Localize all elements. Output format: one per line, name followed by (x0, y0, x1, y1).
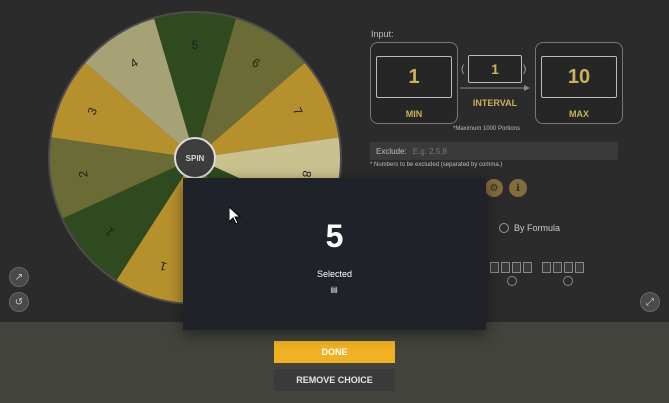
result-modal: 5 Selected ▤ (183, 178, 486, 330)
formula-field-a[interactable] (490, 262, 532, 273)
settings-gear-icon[interactable]: ⚙ (485, 179, 503, 197)
mouse-cursor-icon (229, 207, 241, 225)
share-icon[interactable]: ↗ (9, 267, 29, 287)
max-label: MAX (569, 109, 589, 119)
wheel-segment-label: 5 (192, 38, 199, 52)
max-portions-note: *Maximum 1000 Portions (453, 126, 521, 132)
formula-field-b[interactable] (542, 262, 584, 273)
interval-box: 1 (468, 55, 522, 83)
digit-box (501, 262, 510, 273)
result-caption: Selected (316, 269, 353, 279)
digit-box (490, 262, 499, 273)
exclude-note: * Numbers to be excluded (separated by c… (370, 162, 503, 168)
info-icon[interactable]: ℹ (509, 179, 527, 197)
interval-input[interactable]: 1 (469, 56, 521, 82)
exclude-label: Exclude: (376, 146, 407, 156)
max-box: 10 MAX (535, 42, 623, 124)
min-box: 1 MIN (370, 42, 458, 124)
interval-label: INTERVAL (472, 98, 518, 108)
spin-button-label: SPIN (186, 154, 205, 163)
min-label: MIN (405, 109, 423, 119)
max-input[interactable]: 10 (541, 56, 617, 98)
interval-arrow-icon (460, 85, 530, 91)
by-formula-radio[interactable] (499, 223, 509, 233)
copy-icon[interactable]: ▤ (329, 285, 339, 295)
by-formula-label: By Formula (514, 223, 561, 233)
remove-choice-button[interactable]: REMOVE CHOICE (274, 369, 395, 391)
interval-paren-close: ) (523, 64, 527, 75)
formula-radio-a[interactable] (507, 276, 517, 286)
digit-box (523, 262, 532, 273)
digit-box (553, 262, 562, 273)
input-label: Input: (371, 29, 394, 39)
fullscreen-icon[interactable]: ⤢ (640, 292, 660, 312)
spin-button[interactable]: SPIN (174, 137, 216, 179)
digit-box (512, 262, 521, 273)
done-button[interactable]: DONE (274, 341, 395, 363)
formula-radio-b[interactable] (563, 276, 573, 286)
interval-paren-open: ( (461, 64, 465, 75)
min-input[interactable]: 1 (376, 56, 452, 98)
by-formula-option[interactable]: By Formula (499, 223, 560, 233)
exclude-placeholder: E.g. 2,5,8 (412, 146, 447, 156)
digit-box (564, 262, 573, 273)
digit-box (542, 262, 551, 273)
digit-box (575, 262, 584, 273)
history-icon[interactable]: ↺ (9, 292, 29, 312)
exclude-field[interactable]: Exclude: E.g. 2,5,8 (370, 142, 618, 160)
